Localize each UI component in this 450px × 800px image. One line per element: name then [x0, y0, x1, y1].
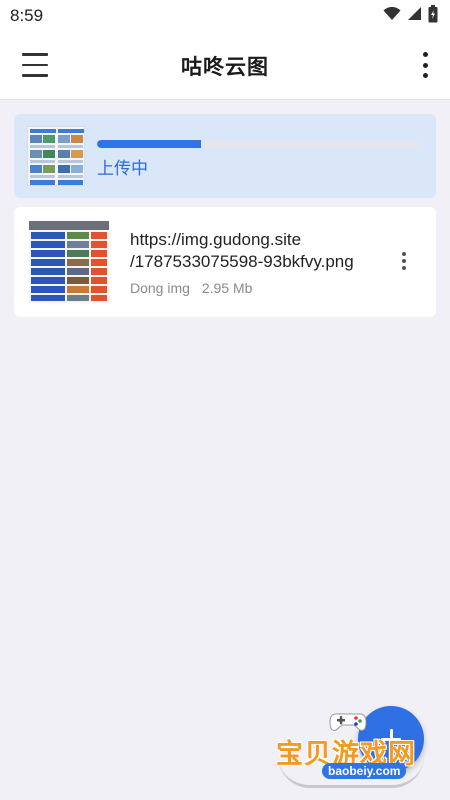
file-thumbnail — [29, 221, 109, 303]
more-vertical-icon[interactable] — [420, 52, 430, 78]
watermark-url: baobeiy.com — [322, 763, 407, 779]
wifi-icon — [383, 6, 401, 26]
file-size: 2.95 Mb — [201, 280, 253, 296]
upload-progress-card: 上传中 — [14, 114, 436, 198]
battery-icon — [428, 4, 438, 28]
file-meta: Dong img 2.95 Mb — [130, 280, 252, 296]
watermark: 宝贝游戏网 baobeiy.com — [270, 710, 440, 796]
status-icons — [383, 4, 438, 28]
upload-thumbnail — [27, 126, 85, 186]
status-bar: 8:59 — [0, 0, 450, 32]
list-item[interactable]: https://img.gudong.site /1787533075598-9… — [14, 207, 436, 317]
status-time: 8:59 — [10, 6, 44, 25]
app-bar: 咕咚云图 — [0, 32, 450, 100]
item-more-icon[interactable] — [400, 252, 408, 270]
app-screen: 8:59 咕咚云图 上传中 https://img.gudong.site /1… — [0, 0, 450, 800]
file-url: https://img.gudong.site /1787533075598-9… — [130, 230, 354, 271]
upload-progress-bar — [97, 140, 421, 148]
upload-progress-fill — [97, 140, 201, 148]
file-source: Dong img — [130, 280, 190, 296]
app-title: 咕咚云图 — [181, 55, 269, 79]
signal-icon — [407, 6, 422, 26]
upload-status-label: 上传中 — [97, 159, 148, 178]
